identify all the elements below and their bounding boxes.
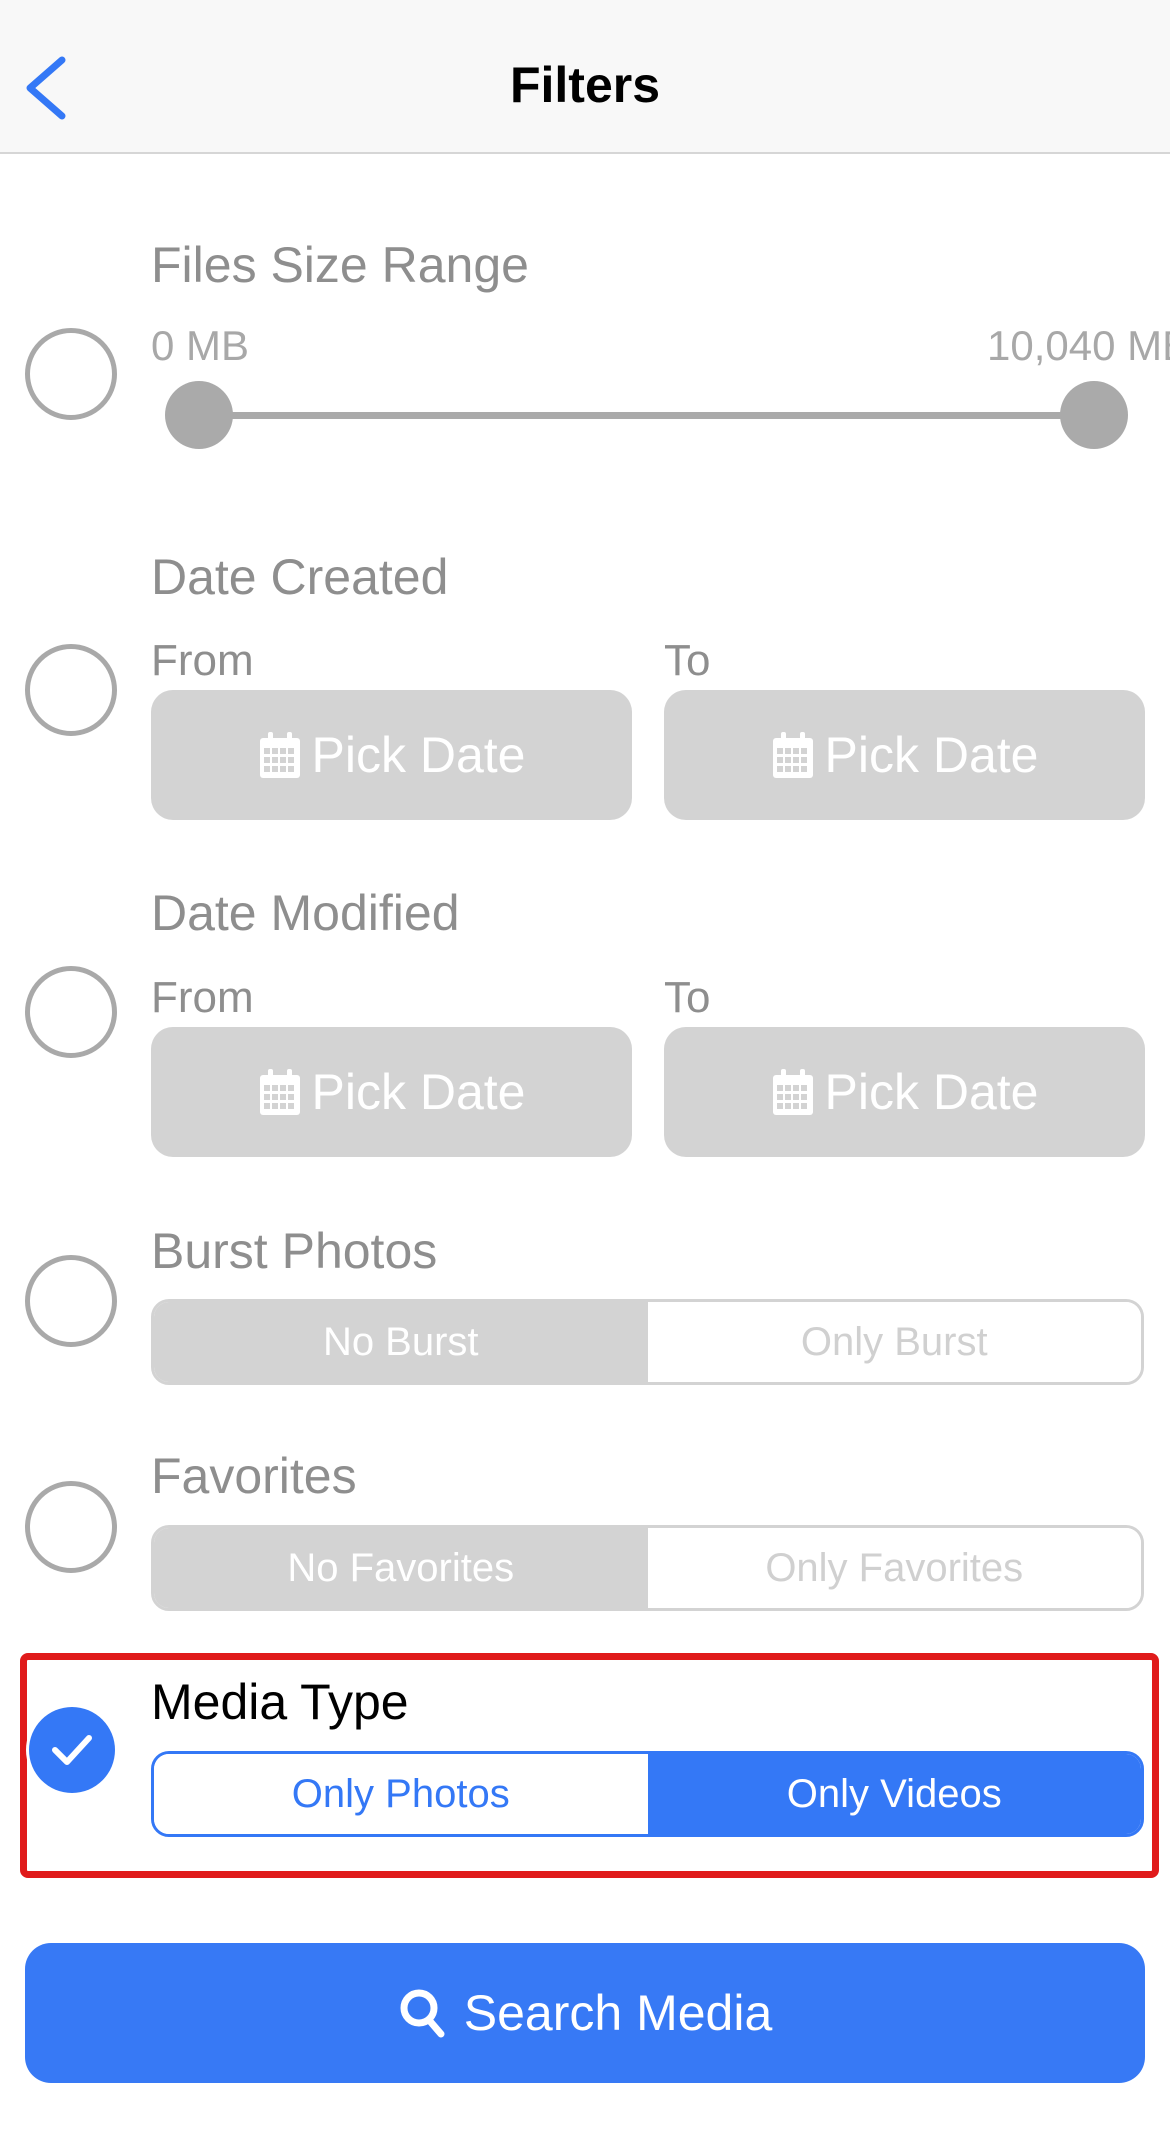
favorites-segmented-control: No Favorites Only Favorites <box>151 1525 1144 1611</box>
date-created-to-button[interactable]: Pick Date <box>664 690 1145 820</box>
favorites-toggle[interactable] <box>25 1481 117 1573</box>
calendar-icon <box>259 732 300 778</box>
segment-only-burst[interactable]: Only Burst <box>647 1302 1141 1382</box>
file-size-max-thumb[interactable] <box>1060 381 1128 449</box>
file-size-slider-track[interactable] <box>198 412 1096 419</box>
favorites-title: Favorites <box>151 1448 357 1504</box>
date-modified-from-button[interactable]: Pick Date <box>151 1027 632 1157</box>
segment-only-favorites[interactable]: Only Favorites <box>647 1528 1141 1608</box>
search-media-button-label: Search Media <box>463 1985 773 2041</box>
segment-no-favorites[interactable]: No Favorites <box>154 1528 648 1608</box>
segment-only-photos[interactable]: Only Photos <box>154 1754 648 1834</box>
burst-photos-toggle[interactable] <box>25 1255 117 1347</box>
search-icon <box>400 1989 445 2038</box>
date-modified-to-button-label: Pick Date <box>824 1064 1039 1120</box>
date-modified-from-button-label: Pick Date <box>311 1064 526 1120</box>
date-created-to-label: To <box>664 636 711 685</box>
date-created-from-label: From <box>151 636 254 685</box>
checkmark-icon <box>52 1735 92 1765</box>
page-title: Filters <box>509 57 661 113</box>
date-created-title: Date Created <box>151 549 449 605</box>
file-size-min-thumb[interactable] <box>165 381 233 449</box>
burst-photos-title: Burst Photos <box>151 1223 438 1279</box>
date-created-from-button[interactable]: Pick Date <box>151 690 632 820</box>
date-modified-to-label: To <box>664 973 711 1022</box>
date-modified-toggle[interactable] <box>25 966 117 1058</box>
date-created-toggle[interactable] <box>25 644 117 736</box>
burst-photos-segmented-control: No Burst Only Burst <box>151 1299 1144 1385</box>
segment-only-videos[interactable]: Only Videos <box>647 1754 1141 1834</box>
calendar-icon <box>259 1069 300 1115</box>
file-size-toggle[interactable] <box>25 328 117 420</box>
calendar-icon <box>772 1069 813 1115</box>
date-created-from-button-label: Pick Date <box>311 727 526 783</box>
date-created-to-button-label: Pick Date <box>824 727 1039 783</box>
search-media-button[interactable]: Search Media <box>25 1943 1145 2083</box>
date-modified-from-label: From <box>151 973 254 1022</box>
media-type-segmented-control: Only Photos Only Videos <box>151 1751 1144 1837</box>
file-size-title: Files Size Range <box>151 237 529 293</box>
file-size-max-label: 10,040 MB <box>987 322 1170 369</box>
date-modified-to-button[interactable]: Pick Date <box>664 1027 1145 1157</box>
calendar-icon <box>772 732 813 778</box>
media-type-title: Media Type <box>151 1674 409 1730</box>
navigation-bar: Filters <box>0 0 1170 154</box>
date-modified-title: Date Modified <box>151 885 460 941</box>
media-type-toggle[interactable] <box>29 1707 115 1793</box>
file-size-min-label: 0 MB <box>151 322 250 369</box>
segment-no-burst[interactable]: No Burst <box>154 1302 648 1382</box>
